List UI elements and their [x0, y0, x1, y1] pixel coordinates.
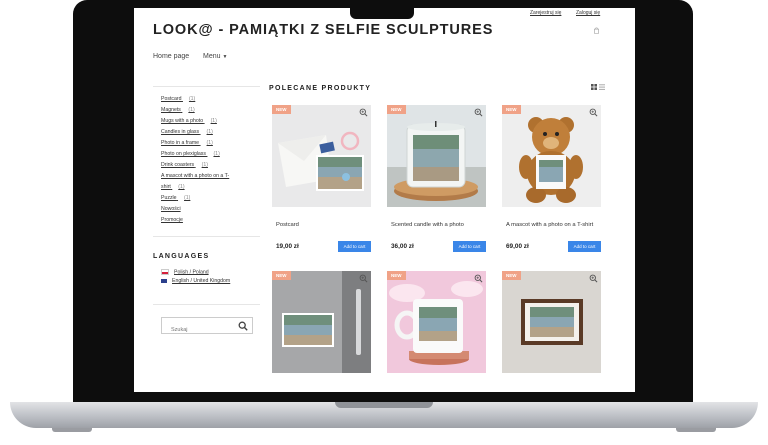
view-toggle-icon[interactable]	[591, 84, 605, 91]
language-item-polish[interactable]: Polish / Poland	[161, 269, 209, 275]
mug-photo	[387, 271, 486, 373]
web-page: Zarejestruj się Zaloguj się LOOK@ - PAMI…	[134, 8, 635, 392]
search-box	[161, 317, 253, 334]
search-input[interactable]	[171, 327, 241, 333]
product-price: 69,00 zł	[506, 243, 529, 250]
cart-icon[interactable]	[593, 27, 600, 34]
nav-menu[interactable]: Menu ▼	[203, 53, 227, 60]
language-item-english[interactable]: English / United Kingdom	[161, 278, 230, 284]
new-badge: NEW	[502, 105, 521, 114]
category-item[interactable]: Postcard (1)	[161, 96, 195, 102]
new-badge: NEW	[502, 271, 521, 280]
new-badge: NEW	[387, 271, 406, 280]
laptop-foot	[52, 428, 92, 432]
laptop-groove	[335, 402, 433, 408]
category-item[interactable]: Photo on plexiglass (1)	[161, 151, 220, 157]
product-name[interactable]: A mascot with a photo on a T-shirt	[506, 221, 596, 229]
category-item[interactable]: shirt (1)	[161, 184, 185, 190]
category-item[interactable]: Nowości	[161, 206, 181, 212]
product-image[interactable]	[502, 271, 601, 373]
product-price: 36,00 zł	[391, 243, 414, 250]
featured-heading: POLECANE PRODUKTY	[269, 85, 372, 92]
register-link[interactable]: Zarejestruj się	[530, 10, 561, 16]
product-image[interactable]	[387, 105, 486, 207]
new-badge: NEW	[272, 105, 291, 114]
nav-menu-label: Menu	[203, 53, 221, 60]
sidebar-divider	[153, 304, 260, 305]
product-image[interactable]	[387, 271, 486, 373]
category-item[interactable]: Mugs with a photo (1)	[161, 118, 217, 124]
laptop-foot	[676, 428, 716, 432]
zoom-icon[interactable]	[589, 274, 598, 283]
product-image[interactable]	[272, 271, 371, 373]
product-image[interactable]	[272, 105, 371, 207]
product-name[interactable]: Scented candle with a photo	[391, 221, 481, 229]
category-item[interactable]: Drink coasters (1)	[161, 162, 208, 168]
new-badge: NEW	[272, 271, 291, 280]
category-item[interactable]: Photo in a frame (1)	[161, 140, 213, 146]
zoom-icon[interactable]	[474, 274, 483, 283]
add-to-cart-button[interactable]: Add to cart	[568, 241, 601, 252]
sidebar-divider	[153, 86, 260, 87]
languages-heading: LANGUAGES	[153, 253, 210, 260]
mascot-photo	[502, 105, 601, 207]
magnet-photo	[272, 271, 371, 373]
frame-photo	[502, 271, 601, 373]
category-item[interactable]: Puzzle (1)	[161, 195, 190, 201]
postcard-photo	[272, 105, 371, 207]
category-item[interactable]: Magnets (1)	[161, 107, 195, 113]
laptop-notch	[350, 7, 414, 19]
login-link[interactable]: Zaloguj się	[576, 10, 600, 16]
nav-home[interactable]: Home page	[153, 53, 189, 60]
product-price: 19,00 zł	[276, 243, 299, 250]
search-icon[interactable]	[238, 321, 248, 331]
add-to-cart-button[interactable]: Add to cart	[338, 241, 371, 252]
product-image[interactable]	[502, 105, 601, 207]
category-item[interactable]: Candles in glass (1)	[161, 129, 213, 135]
zoom-icon[interactable]	[589, 108, 598, 117]
candle-photo	[387, 105, 486, 207]
sidebar-divider	[153, 236, 260, 237]
zoom-icon[interactable]	[359, 274, 368, 283]
uk-flag-icon	[161, 278, 167, 283]
category-item[interactable]: Promocje	[161, 217, 183, 223]
product-name[interactable]: Postcard	[276, 221, 366, 229]
caret-down-icon: ▼	[222, 54, 228, 60]
site-title[interactable]: LOOK@ - PAMIĄTKI Z SELFIE SCULPTURES	[153, 22, 493, 38]
zoom-icon[interactable]	[359, 108, 368, 117]
zoom-icon[interactable]	[474, 108, 483, 117]
new-badge: NEW	[387, 105, 406, 114]
poland-flag-icon	[161, 269, 169, 275]
category-item[interactable]: A mascot with a photo on a T-	[161, 173, 229, 179]
add-to-cart-button[interactable]: Add to cart	[453, 241, 486, 252]
